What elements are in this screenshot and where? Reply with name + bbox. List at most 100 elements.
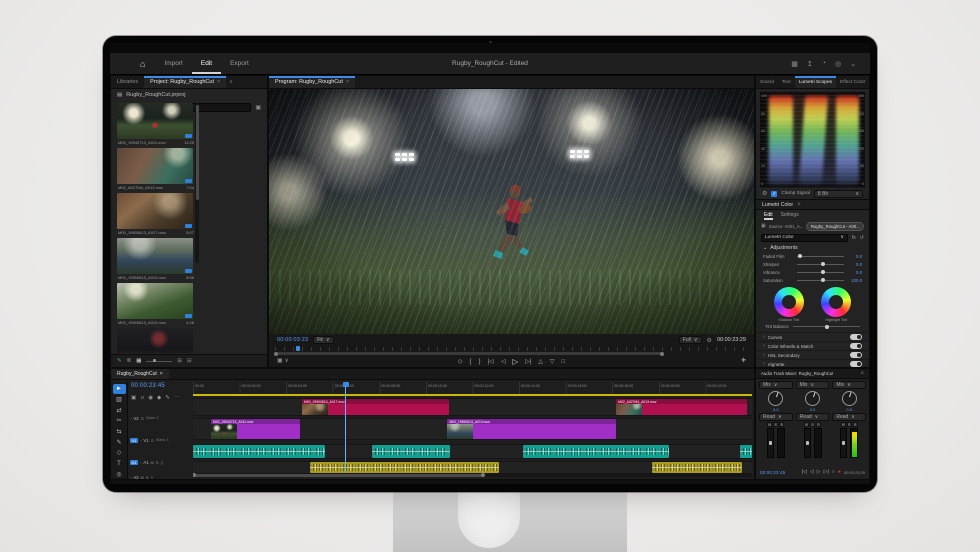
r-button[interactable]: R (816, 422, 821, 427)
search-icon[interactable]: ◎ (835, 60, 841, 68)
progress-icon[interactable]: ◔ (822, 60, 826, 68)
tab-lumetri-settings[interactable]: Settings (781, 212, 799, 218)
step-forward-icon[interactable]: ▷| (525, 358, 531, 365)
program-scrubber[interactable] (275, 346, 748, 354)
lock-icon[interactable]: ▫ (130, 416, 131, 421)
fullscreen-icon[interactable]: ⌄ (850, 60, 856, 68)
timeline-settings-icon[interactable]: ✎ (165, 395, 170, 401)
source-patch-a1[interactable]: A1 (130, 460, 138, 465)
timeline-current-timecode[interactable]: 00:00:23:45 (131, 383, 165, 389)
section-toggle[interactable] (850, 361, 862, 367)
automation-mode-select[interactable]: Read∨ (832, 413, 866, 421)
section-toggle[interactable] (850, 343, 862, 349)
reset-icon[interactable]: ↺ (860, 235, 864, 241)
section-hsl-secondary[interactable]: ›HSL Secondary (756, 350, 869, 359)
tab-lumetri-scopes[interactable]: Lumetri Scopes (795, 76, 836, 88)
m-button[interactable]: M (804, 422, 809, 427)
mixer-current-timecode[interactable]: 00:00:23:45 (760, 470, 785, 475)
slider-track[interactable] (797, 280, 844, 281)
close-icon[interactable]: × (860, 371, 864, 377)
fx-toggle-icon[interactable]: fx (852, 235, 856, 241)
panel-overflow-icon[interactable]: » (869, 79, 870, 85)
automation-mode-select[interactable]: Read∨ (796, 413, 830, 421)
track-assign-select[interactable]: Mix∨ (759, 381, 793, 389)
go-to-in-icon[interactable]: |◁ (802, 469, 807, 475)
slip-tool[interactable]: ⇆ (113, 427, 126, 437)
close-icon[interactable]: × (217, 79, 220, 85)
new-bin-icon[interactable]: ⊞ (177, 358, 182, 364)
nest-icon[interactable]: ▣ (131, 395, 136, 401)
pan-knob[interactable] (768, 391, 783, 406)
project-clip-item[interactable]: M00_19900813_A017.mov5:07 (117, 193, 195, 235)
thumbnail-zoom-slider[interactable] (146, 361, 172, 362)
selected-clip-chip[interactable]: Rugby_RoughCut - A00... (806, 222, 864, 231)
timeline-video-clip[interactable]: M00_19940713_A011.mov (211, 419, 300, 439)
add-marker-icon[interactable]: ◆ (157, 395, 161, 401)
timeline-video-clip[interactable]: M00_19550813_A013.mov (447, 419, 616, 439)
header-tab-export[interactable]: Export (221, 53, 258, 74)
timeline-audio-clip[interactable] (193, 445, 325, 458)
track-lane-v2[interactable]: M00_19900813_A017.movM02_A027M4_A013.mov (193, 398, 752, 416)
tab-sequence[interactable]: Rugby_RoughCut× (111, 369, 169, 379)
m-button[interactable]: M (767, 422, 772, 427)
tab-program[interactable]: Program: Rugby_RoughCut× (269, 76, 355, 88)
scope-settings-wrench-icon[interactable]: ⚙ (762, 190, 767, 197)
loop-icon[interactable]: ○ (832, 469, 835, 475)
zoom-tool[interactable]: ◎ (113, 469, 126, 479)
close-icon[interactable]: × (346, 79, 349, 85)
timeline-audio-clip[interactable] (372, 445, 450, 458)
zoom-level-select[interactable]: Fit∨ (313, 336, 333, 344)
pan-knob[interactable] (842, 391, 857, 406)
shadow-tint-wheel[interactable] (774, 287, 804, 317)
volume-fader[interactable] (804, 428, 811, 458)
hand-tool[interactable]: ◇ (113, 448, 126, 458)
tab-lumetri-edit[interactable]: Edit (764, 212, 773, 218)
mark-in-icon[interactable]: { (469, 359, 471, 365)
chevron-down-icon[interactable]: ∨ (226, 79, 236, 85)
track-header-a2[interactable]: ▫ A2 M S ▯ (128, 471, 193, 480)
source-patch-v1[interactable]: V1 (130, 438, 138, 443)
step-forward-icon[interactable]: ▷| (824, 469, 829, 475)
r-button[interactable]: R (853, 422, 858, 427)
share-icon[interactable]: ↥ (807, 60, 813, 68)
ripple-edit-tool[interactable]: ⇄ (113, 405, 126, 415)
timeline-audio-clip[interactable] (310, 462, 498, 473)
export-frame-icon[interactable]: □ (562, 359, 566, 365)
tab-effect-contr[interactable]: Effect Contr (836, 76, 869, 88)
tab-libraries[interactable]: Libraries (111, 76, 144, 88)
timeline-audio-clip[interactable] (523, 445, 669, 458)
automation-mode-select[interactable]: Read∨ (759, 413, 793, 421)
go-to-in-icon[interactable]: |◁ (488, 358, 494, 365)
snap-icon[interactable]: ∪ (140, 395, 144, 401)
section-vignette[interactable]: ›Vignette (756, 359, 869, 368)
close-icon[interactable]: × (797, 202, 801, 208)
project-clip-item[interactable]: M02_A027M4_A013.mov7:04 (117, 148, 195, 190)
section-toggle[interactable] (850, 352, 862, 358)
s-button[interactable]: S (773, 422, 778, 427)
play-icon[interactable]: ▷ (512, 357, 518, 366)
workspace-icon[interactable]: ▦ (791, 60, 798, 68)
program-video-viewport[interactable] (269, 89, 754, 334)
section-color-wheels-match[interactable]: ›Color Wheels & Match (756, 341, 869, 350)
track-header-v2[interactable]: ▫ V2 ⊙ Video 2 (128, 409, 193, 427)
razor-tool[interactable]: ✂ (113, 416, 126, 426)
lock-icon[interactable]: ▫ (140, 460, 141, 465)
effect-select[interactable]: Lumetri Color∨ (761, 234, 848, 242)
slider-thumb[interactable] (821, 262, 825, 266)
lock-icon[interactable]: ▫ (140, 438, 141, 443)
bin-row[interactable]: ▤ Rugby_RoughCut.prproj (111, 89, 267, 101)
timeline-horizontal-scrollbar[interactable] (193, 473, 752, 477)
highlight-tint-wheel[interactable] (821, 287, 851, 317)
program-current-timecode[interactable]: 00:00:03:23 (277, 337, 308, 343)
header-tab-edit[interactable]: Edit (192, 53, 221, 74)
track-lane-a1[interactable] (193, 444, 752, 459)
close-icon[interactable]: × (160, 371, 163, 377)
solo-button[interactable]: S (156, 460, 159, 465)
selection-tool[interactable]: ► (113, 384, 126, 394)
pen-tool[interactable]: ✎ (113, 437, 126, 447)
volume-fader[interactable] (840, 428, 847, 458)
playback-resolution-select[interactable]: Full∨ (679, 336, 702, 344)
pan-knob[interactable] (805, 391, 820, 406)
lift-icon[interactable]: ▽ (550, 358, 555, 365)
r-button[interactable]: R (779, 422, 784, 427)
